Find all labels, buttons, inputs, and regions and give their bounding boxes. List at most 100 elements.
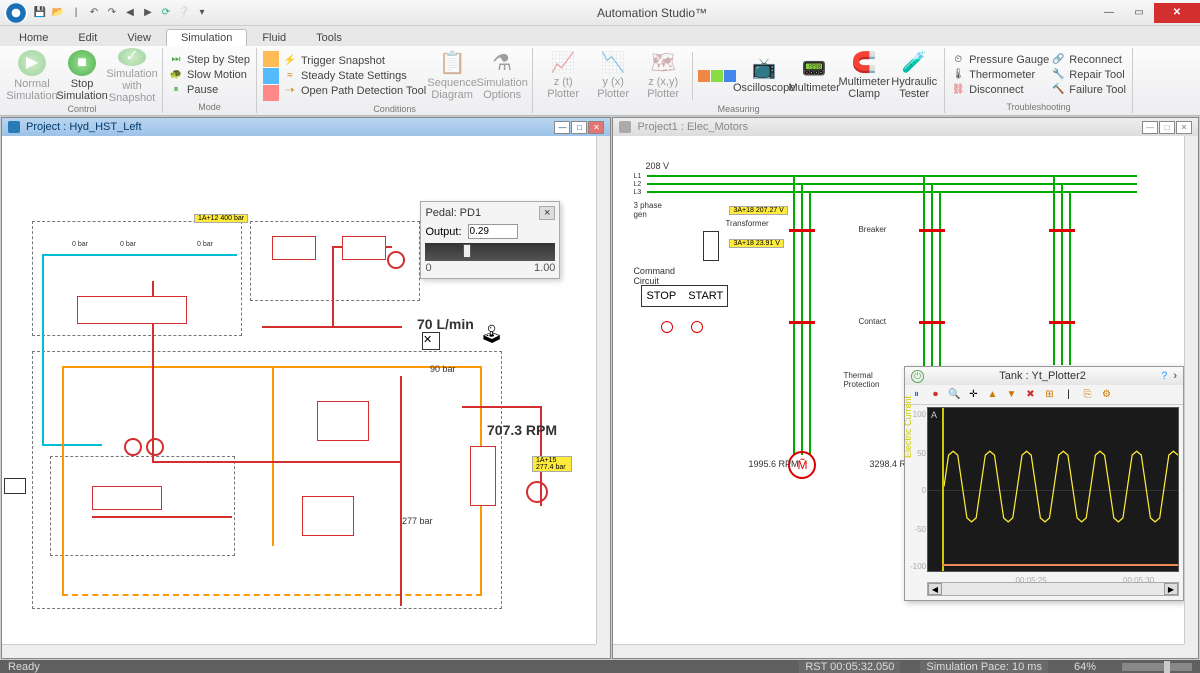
tab-home[interactable]: Home [4, 29, 63, 46]
steady-state-button[interactable]: ≈Steady State Settings [283, 69, 426, 83]
plotter-panel[interactable]: ⏻ Tank : Yt_Plotter2 ? › ⏸ ⏺ 🔍 ✛ ▲ ▼ ✖ ⊞… [904, 366, 1184, 601]
tab-view[interactable]: View [112, 29, 166, 46]
pump-block[interactable] [92, 486, 162, 510]
maximize-button[interactable]: ▭ [1124, 3, 1154, 23]
valve-main[interactable] [77, 296, 187, 324]
pedal-dialog[interactable]: Pedal: PD1× Output: 01.00 [420, 201, 560, 279]
actuator-icon[interactable] [387, 251, 405, 269]
plotter-scrollbar[interactable]: ◀ ▶ [927, 582, 1179, 596]
failure-tool-button[interactable]: 🔨Failure Tool [1051, 83, 1126, 97]
pedal-output-input[interactable] [468, 224, 518, 239]
plotter-marker-icon[interactable]: ▲ [985, 387, 1000, 402]
meas-palette-icon[interactable] [698, 70, 710, 82]
scroll-right-button[interactable]: ▶ [1164, 583, 1178, 595]
meas-palette-icon-3[interactable] [724, 70, 736, 82]
qat-save-icon[interactable]: 💾 [32, 5, 48, 21]
qat-undo-icon[interactable]: ↶ [86, 5, 102, 21]
qat-open-icon[interactable]: 📂 [50, 5, 66, 21]
cond-icon-2[interactable] [263, 68, 279, 84]
tab-tools[interactable]: Tools [301, 29, 357, 46]
plotter-record-icon[interactable]: ⏺ [928, 387, 943, 402]
tab-edit[interactable]: Edit [63, 29, 112, 46]
plotter-power-icon[interactable]: ⏻ [911, 370, 924, 383]
pressure-gauge-button[interactable]: ⏲Pressure Gauge [951, 53, 1049, 67]
left-pane-title[interactable]: Project : Hyd_HST_Left — □ ✕ [2, 118, 610, 136]
qat-refresh-icon[interactable]: ⟳ [158, 5, 174, 21]
v-scrollbar[interactable] [596, 136, 610, 644]
qat-redo-icon[interactable]: ↷ [104, 5, 120, 21]
qat-left-icon[interactable]: ◀ [122, 5, 138, 21]
transformer-symbol[interactable] [703, 231, 719, 261]
sequence-diagram-button[interactable]: 📋Sequence Diagram [428, 48, 476, 104]
cond-icon-3[interactable] [263, 85, 279, 101]
coil-2[interactable] [691, 321, 703, 333]
repair-tool-button[interactable]: 🔧Repair Tool [1051, 68, 1126, 82]
trigger-snapshot-button[interactable]: ⚡Trigger Snapshot [283, 54, 426, 68]
status-zoom[interactable]: 64% [1068, 661, 1102, 673]
electrical-canvas[interactable]: 208 V L1 L2 L3 3 phase gen [613, 136, 1198, 658]
plotter-settings-icon[interactable]: ⚙ [1099, 387, 1114, 402]
h-scrollbar[interactable] [2, 644, 596, 658]
pedal-slider[interactable] [425, 243, 555, 261]
plotter-marker2-icon[interactable]: ▼ [1004, 387, 1019, 402]
multimeter-clamp-button[interactable]: 🧲Multimeter Clamp [840, 48, 888, 104]
start-button[interactable]: START [688, 290, 723, 302]
yx-plotter-button[interactable]: 📉y (x) Plotter [589, 48, 637, 104]
zt-plotter-button[interactable]: 📈z (t) Plotter [539, 48, 587, 104]
oscilloscope-button[interactable]: 📺Oscilloscope [740, 48, 788, 104]
qat-help-icon[interactable]: ❔ [176, 5, 192, 21]
pump-icon[interactable] [146, 438, 164, 456]
zxy-plotter-button[interactable]: 🗺z (x,y) Plotter [639, 48, 687, 104]
thermometer-button[interactable]: 🌡Thermometer [951, 68, 1049, 82]
pane-close-button[interactable]: ✕ [588, 121, 604, 134]
minimize-button[interactable]: — [1094, 3, 1124, 23]
cond-icon-1[interactable] [263, 51, 279, 67]
plotter-help-icon[interactable]: ? [1161, 370, 1167, 382]
pedal-slider-thumb[interactable] [463, 244, 471, 258]
reconnect-button[interactable]: 🔗Reconnect [1051, 53, 1126, 67]
plotter-chart[interactable]: A 100 50 0 -50 -100 00:05:25 00:05:30 [927, 407, 1179, 572]
valve-4[interactable] [317, 401, 369, 441]
close-button[interactable]: ✕ [1154, 3, 1200, 23]
pane-min-button[interactable]: — [554, 121, 570, 134]
stop-button[interactable]: STOP [646, 290, 676, 302]
stop-simulation-button[interactable]: ■Stop Simulation [58, 48, 106, 104]
v-scrollbar[interactable] [1184, 136, 1198, 644]
plotter-title-bar[interactable]: ⏻ Tank : Yt_Plotter2 ? › [905, 367, 1183, 385]
disconnect-button[interactable]: ⛓Disconnect [951, 83, 1049, 97]
qat-dropdown-icon[interactable]: ▾ [194, 5, 210, 21]
scroll-left-button[interactable]: ◀ [928, 583, 942, 595]
right-pane-title[interactable]: Project1 : Elec_Motors — □ ✕ [613, 118, 1198, 136]
plotter-cursor-icon[interactable]: ✛ [966, 387, 981, 402]
command-box[interactable]: STOP START [641, 285, 728, 307]
flow-meter-icon[interactable]: ✕ [422, 332, 440, 350]
pane-max-button[interactable]: □ [571, 121, 587, 134]
joystick-icon[interactable]: 🕹 [480, 324, 503, 345]
normal-simulation-button[interactable]: ▶Normal Simulation [8, 48, 56, 104]
motor-icon[interactable] [526, 481, 548, 503]
plotter-zoom-icon[interactable]: 🔍 [947, 387, 962, 402]
slow-motion-button[interactable]: 🐢Slow Motion [169, 68, 250, 82]
pane-close-button[interactable]: ✕ [1176, 121, 1192, 134]
hydraulic-tester-button[interactable]: 🧪Hydraulic Tester [890, 48, 938, 104]
open-path-button[interactable]: ⇢Open Path Detection Tool [283, 84, 426, 98]
qat-right-icon[interactable]: ▶ [140, 5, 156, 21]
step-by-step-button[interactable]: ⏭Step by Step [169, 53, 250, 67]
plotter-export-icon[interactable]: ⎘ [1080, 387, 1095, 402]
simulation-options-button[interactable]: ⚗Simulation Options [478, 48, 526, 104]
input-port[interactable] [4, 478, 26, 494]
pause-button[interactable]: ⏸Pause [169, 83, 250, 97]
tab-fluid[interactable]: Fluid [247, 29, 301, 46]
h-scrollbar[interactable] [613, 644, 1184, 658]
coil-1[interactable] [661, 321, 673, 333]
pane-min-button[interactable]: — [1142, 121, 1158, 134]
plotter-clear-icon[interactable]: ✖ [1023, 387, 1038, 402]
valve-3[interactable] [342, 236, 386, 260]
pedal-close-button[interactable]: × [539, 206, 555, 220]
meas-palette-icon-2[interactable] [711, 70, 723, 82]
simulation-snapshot-button[interactable]: ✓Simulation with Snapshot [108, 48, 156, 104]
zoom-slider[interactable] [1122, 663, 1192, 671]
tab-simulation[interactable]: Simulation [166, 29, 247, 46]
multimeter-button[interactable]: 📟Multimeter [790, 48, 838, 104]
plotter-next-icon[interactable]: › [1173, 370, 1177, 382]
